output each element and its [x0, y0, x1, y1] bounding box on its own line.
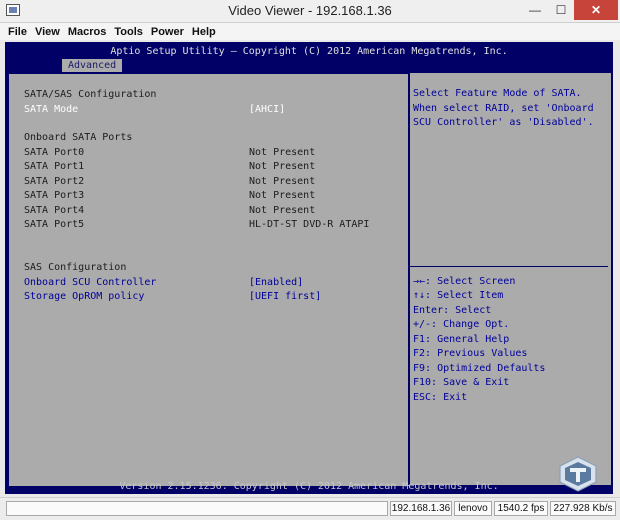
sata-port1-label: SATA Port1: [24, 161, 85, 172]
sata-port5-value: HL-DT-ST DVD-R ATAPI: [249, 219, 370, 230]
key-help-esc: ESC: Exit: [413, 392, 468, 403]
bios-screen[interactable]: Aptio Setup Utility – Copyright (C) 2012…: [5, 42, 613, 494]
window-titlebar: Video Viewer - 192.168.1.36 — ☐ ✕: [0, 0, 620, 23]
section-heading-ports: Onboard SATA Ports: [24, 132, 133, 143]
window-controls: — ☐ ✕: [522, 0, 618, 20]
menu-file[interactable]: File: [8, 26, 27, 38]
key-help-select-item: ↑↓: Select Item: [413, 290, 504, 301]
key-help-change-opt: +/-: Change Opt.: [413, 319, 510, 330]
sata-port4-label: SATA Port4: [24, 205, 85, 216]
status-bar: 192.168.1.36 lenovo 1540.2 fps 227.928 K…: [0, 497, 620, 520]
help-line-3: SCU Controller' as 'Disabled'.: [413, 117, 594, 128]
sata-mode-label[interactable]: SATA Mode: [24, 104, 78, 116]
logo-icon: [559, 456, 597, 492]
bios-footer: Version 2.15.1236. Copyright (C) 2012 Am…: [119, 481, 499, 492]
help-line-2: When select RAID, set 'Onboard: [413, 103, 594, 114]
minimize-button[interactable]: —: [522, 0, 548, 20]
menu-macros[interactable]: Macros: [68, 26, 107, 38]
bios-header: Aptio Setup Utility – Copyright (C) 2012…: [5, 42, 613, 72]
status-message-field: [6, 501, 388, 516]
section-heading-sas: SAS Configuration: [24, 262, 127, 273]
maximize-button[interactable]: ☐: [548, 0, 574, 20]
status-bitrate: 227.928 Kb/s: [550, 501, 616, 516]
sata-port5-label: SATA Port5: [24, 219, 85, 230]
section-heading-sata: SATA/SAS Configuration: [24, 89, 157, 100]
key-help-f10: F10: Save & Exit: [413, 377, 510, 388]
sata-port3-label: SATA Port3: [24, 190, 85, 201]
menu-bar: File View Macros Tools Power Help: [0, 23, 620, 40]
oprom-policy-label[interactable]: Storage OpROM policy: [24, 291, 144, 303]
close-button[interactable]: ✕: [574, 0, 618, 20]
help-line-1: Select Feature Mode of SATA.: [413, 88, 582, 99]
help-divider: [410, 266, 608, 267]
bios-title: Aptio Setup Utility – Copyright (C) 2012…: [110, 46, 508, 57]
status-fps: 1540.2 fps: [494, 501, 548, 516]
scu-controller-label[interactable]: Onboard SCU Controller: [24, 277, 156, 289]
sata-port0-value: Not Present: [249, 147, 316, 158]
sata-mode-value[interactable]: [AHCI]: [249, 104, 285, 116]
menu-view[interactable]: View: [35, 26, 60, 38]
menu-tools[interactable]: Tools: [114, 26, 143, 38]
oprom-policy-value[interactable]: [UEFI first]: [249, 291, 321, 303]
help-pane: Select Feature Mode of SATA. When select…: [410, 73, 611, 485]
status-ip: 192.168.1.36: [390, 501, 452, 516]
scu-controller-value[interactable]: [Enabled]: [249, 277, 303, 289]
menu-help[interactable]: Help: [192, 26, 216, 38]
key-help-f9: F9: Optimized Defaults: [413, 363, 546, 374]
key-help-enter: Enter: Select: [413, 305, 492, 316]
sata-port1-value: Not Present: [249, 161, 316, 172]
sata-port4-value: Not Present: [249, 205, 316, 216]
key-help-f2: F2: Previous Values: [413, 348, 528, 359]
key-help-select-screen: →←: Select Screen: [413, 276, 516, 287]
sata-port0-label: SATA Port0: [24, 147, 85, 158]
status-user: lenovo: [454, 501, 492, 516]
sata-port3-value: Not Present: [249, 190, 316, 201]
sata-port2-label: SATA Port2: [24, 176, 85, 187]
key-help-f1: F1: General Help: [413, 334, 510, 345]
menu-power[interactable]: Power: [151, 26, 184, 38]
sata-port2-value: Not Present: [249, 176, 316, 187]
settings-pane: SATA/SAS Configuration SATA Mode [AHCI] …: [8, 73, 411, 487]
tab-advanced[interactable]: Advanced: [62, 59, 123, 72]
